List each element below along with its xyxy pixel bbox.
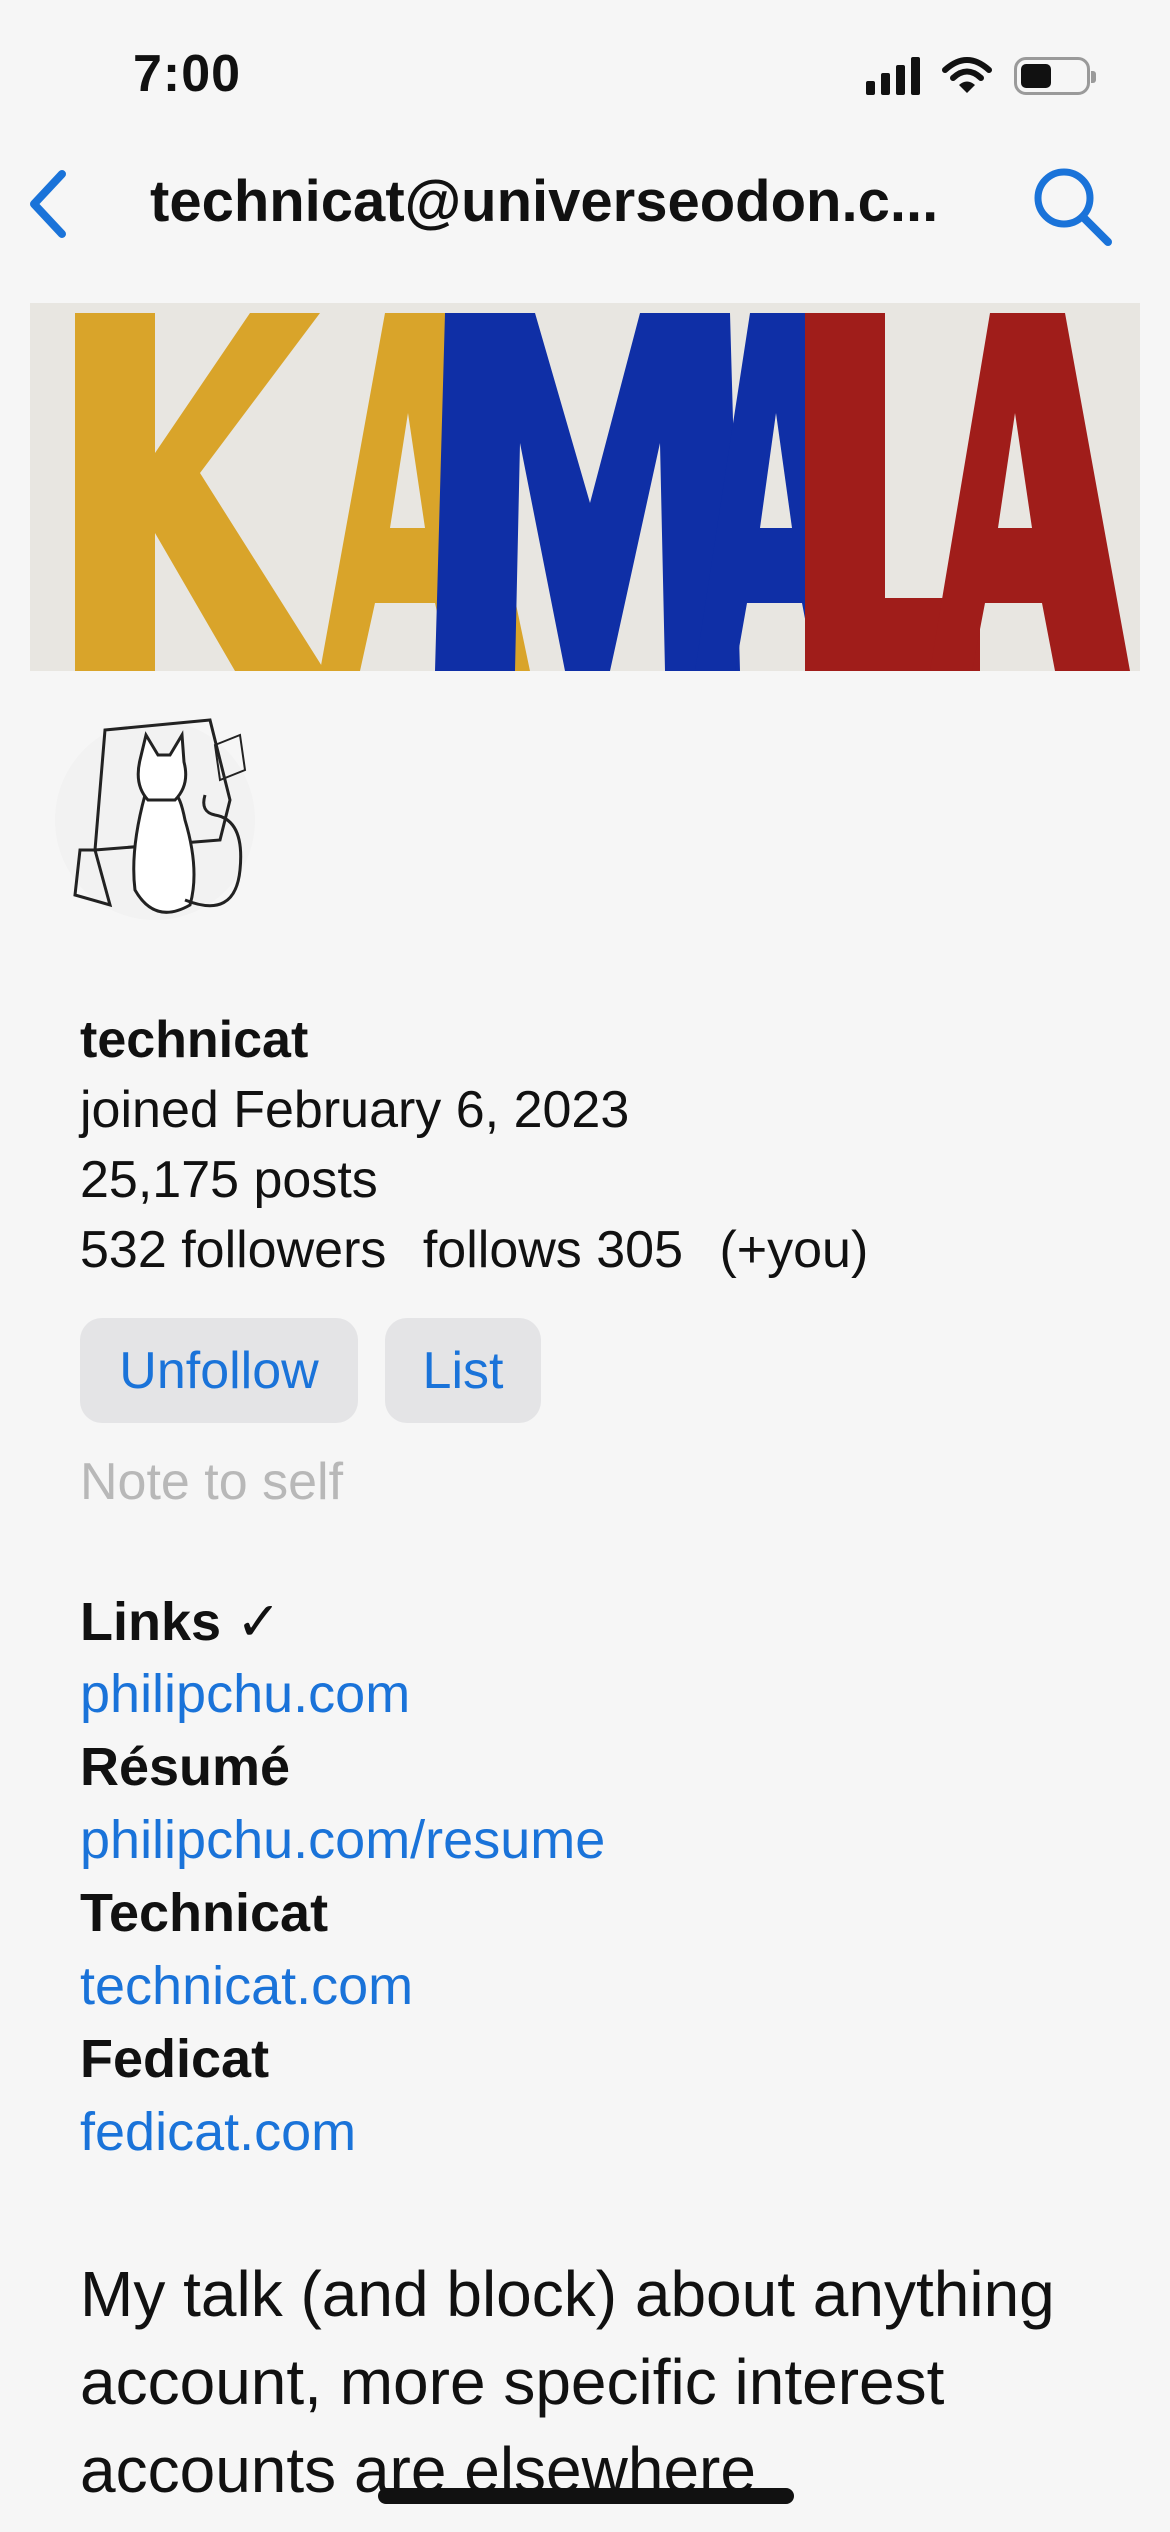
field-link-technicat[interactable]: technicat.com xyxy=(80,1955,413,2017)
signal-icon xyxy=(866,57,920,95)
field-link-fedicat[interactable]: fedicat.com xyxy=(80,2101,356,2163)
chevron-left-icon[interactable] xyxy=(22,168,74,240)
joined-date: joined February 6, 2023 xyxy=(80,1081,630,1139)
list-button[interactable]: List xyxy=(385,1318,541,1423)
nav-title: technicat@universeodon.c... xyxy=(150,169,939,234)
field-label-links: Links ✓ xyxy=(80,1592,282,1652)
follows-count[interactable]: follows 305 xyxy=(423,1221,683,1279)
field-label-technicat: Technicat xyxy=(80,1883,329,1943)
follows-you-indicator: (+you) xyxy=(719,1221,869,1279)
field-link-resume[interactable]: philipchu.com/resume xyxy=(80,1809,605,1871)
avatar-cat-laptop-icon[interactable] xyxy=(50,700,260,940)
profile-screen: 7:00 technicat@universeodon.c... technic… xyxy=(0,0,1170,2532)
field-link-philipchu[interactable]: philipchu.com xyxy=(80,1663,410,1725)
unfollow-button[interactable]: Unfollow xyxy=(80,1318,358,1423)
status-icons xyxy=(866,56,1096,96)
home-indicator[interactable] xyxy=(378,2488,794,2504)
status-time: 7:00 xyxy=(133,45,242,103)
profile-bio: My talk (and block) about anything accou… xyxy=(80,2258,1055,2506)
post-count[interactable]: 25,175 posts xyxy=(80,1150,378,1210)
header-banner-image xyxy=(30,303,1140,671)
field-label-fedicat: Fedicat xyxy=(80,2029,270,2089)
battery-icon xyxy=(1014,57,1096,95)
kamala-banner-art xyxy=(30,303,1140,671)
field-label-resume: Résumé xyxy=(80,1737,291,1797)
profile-name: technicat xyxy=(80,1011,309,1069)
follow-stats: 532 followers follows 305 (+you) xyxy=(80,1220,890,1280)
note-to-self-field[interactable]: Note to self xyxy=(80,1452,343,1512)
wifi-icon xyxy=(942,57,992,93)
search-icon[interactable] xyxy=(1030,164,1114,248)
followers-count[interactable]: 532 followers xyxy=(80,1221,386,1279)
